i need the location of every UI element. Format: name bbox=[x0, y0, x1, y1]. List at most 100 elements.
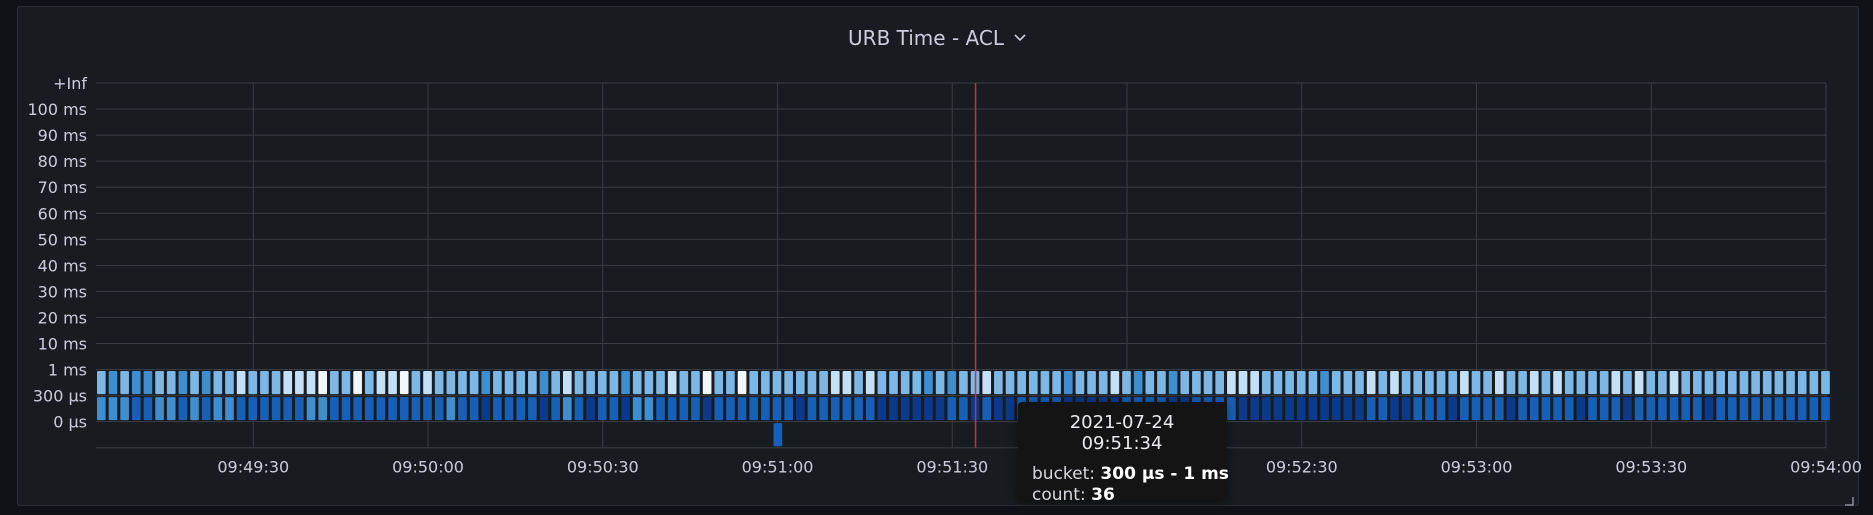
heatmap-cell bbox=[1646, 397, 1656, 421]
heatmap-cell bbox=[399, 371, 409, 395]
heatmap-cell bbox=[120, 397, 129, 421]
heatmap-cell bbox=[143, 371, 153, 395]
heatmap-cell bbox=[842, 371, 852, 395]
heatmap-cell bbox=[131, 397, 141, 421]
heatmap-cell bbox=[97, 371, 106, 395]
heatmap-cell bbox=[656, 371, 665, 395]
heatmap-cell bbox=[1133, 371, 1143, 395]
heatmap-cell bbox=[1506, 397, 1516, 421]
heatmap-cell bbox=[679, 397, 689, 421]
heatmap-cell bbox=[1460, 397, 1469, 421]
heatmap-cell bbox=[1425, 371, 1434, 395]
tooltip-time: 2021-07-24 09:51:34 bbox=[1069, 412, 1175, 454]
heatmap-cell bbox=[819, 397, 828, 421]
heatmap-cell bbox=[621, 371, 630, 395]
heatmap-cell bbox=[411, 371, 421, 395]
heatmap-cell bbox=[1390, 371, 1399, 395]
heatmap-cell bbox=[737, 371, 747, 395]
heatmap-cell bbox=[1762, 371, 1772, 395]
heatmap-cell bbox=[1541, 371, 1551, 395]
heatmap-cell bbox=[726, 371, 735, 395]
heatmap-cell bbox=[1075, 371, 1085, 395]
x-tick-label: 09:53:30 bbox=[1615, 458, 1687, 477]
hover-tooltip: 2021-07-24 09:51:34 bucket: 300 µs - 1 m… bbox=[1018, 402, 1229, 505]
y-tick-label: 60 ms bbox=[38, 204, 87, 223]
heatmap-cell bbox=[1157, 371, 1166, 395]
heatmap-cell bbox=[1028, 371, 1038, 395]
heatmap-cell bbox=[434, 397, 444, 421]
heatmap-cell bbox=[1576, 397, 1586, 421]
heatmap-cell bbox=[1704, 371, 1714, 395]
y-tick-label: 90 ms bbox=[38, 126, 87, 145]
heatmap-cell bbox=[1483, 371, 1492, 395]
heatmap-cell bbox=[1541, 397, 1551, 421]
heatmap-cell bbox=[877, 371, 887, 395]
heatmap-cell bbox=[772, 371, 782, 395]
heatmap-chart[interactable]: 0 µs 300 µs 1 ms 10 ms 20 ms 30 ms 40 ms 50 ms 6… bbox=[0, 0, 1873, 515]
heatmap-cell bbox=[1285, 397, 1294, 421]
heatmap-cell bbox=[1716, 371, 1725, 395]
heatmap-cell bbox=[201, 397, 211, 421]
heatmap-cell bbox=[784, 397, 793, 421]
x-tick-label: 09:50:30 bbox=[567, 458, 639, 477]
heatmap-cell bbox=[178, 397, 188, 421]
heatmap-cell bbox=[1576, 371, 1586, 395]
heatmap-cell bbox=[900, 397, 910, 421]
heatmap-cell bbox=[1599, 397, 1609, 421]
heatmap-cell bbox=[1797, 397, 1807, 421]
heatmap-cell bbox=[1693, 371, 1702, 395]
heatmap-cell bbox=[667, 397, 677, 421]
heatmap-cell bbox=[1110, 371, 1120, 395]
heatmap-cell bbox=[1786, 371, 1795, 395]
x-tick-label: 09:51:30 bbox=[916, 458, 988, 477]
heatmap-cell bbox=[1599, 371, 1609, 395]
heatmap-cell bbox=[1669, 371, 1679, 395]
heatmap-cell bbox=[574, 371, 584, 395]
heatmap-cell bbox=[1588, 397, 1597, 421]
heatmap-cell bbox=[295, 397, 304, 421]
heatmap-cell bbox=[1401, 397, 1411, 421]
heatmap-cell bbox=[772, 397, 782, 421]
heatmap-cell bbox=[1658, 397, 1667, 421]
heatmap-cell bbox=[236, 397, 246, 421]
heatmap-cell bbox=[644, 397, 654, 421]
y-tick-label: 80 ms bbox=[38, 152, 87, 171]
heatmap-cell bbox=[1005, 397, 1015, 421]
heatmap-cell bbox=[1774, 371, 1784, 395]
heatmap-cell bbox=[108, 397, 118, 421]
heatmap-cell bbox=[726, 397, 735, 421]
heatmap-cell bbox=[353, 397, 362, 421]
heatmap-cell bbox=[1122, 371, 1131, 395]
heatmap-cell bbox=[108, 371, 118, 395]
heatmap-cell bbox=[1751, 371, 1760, 395]
heatmap-cell bbox=[551, 397, 560, 421]
heatmap-cell bbox=[1331, 371, 1341, 395]
heatmap-cell bbox=[201, 371, 211, 395]
heatmap-cell bbox=[761, 397, 770, 421]
heatmap-cell bbox=[1564, 371, 1574, 395]
heatmap-cell bbox=[935, 371, 945, 395]
heatmap-cell bbox=[1261, 397, 1271, 421]
heatmap-cell bbox=[865, 397, 875, 421]
heatmap-cell bbox=[621, 397, 630, 421]
heatmap-cell bbox=[609, 371, 619, 395]
heatmap-cell bbox=[1471, 397, 1481, 421]
heatmap-cell bbox=[493, 397, 502, 421]
heatmap-cell bbox=[1646, 371, 1656, 395]
heatmap-cell bbox=[959, 397, 968, 421]
heatmap-cell bbox=[528, 371, 537, 395]
heatmap-cell bbox=[1727, 371, 1737, 395]
heatmap-cell bbox=[1448, 397, 1458, 421]
heatmap-cell bbox=[376, 397, 386, 421]
heatmap-cell bbox=[388, 371, 397, 395]
heatmap-cell bbox=[1296, 397, 1306, 421]
heatmap-cell bbox=[1611, 371, 1621, 395]
heatmap-cell bbox=[807, 371, 817, 395]
heatmap-cell bbox=[1518, 397, 1527, 421]
heatmap-cell bbox=[656, 397, 665, 421]
heatmap-cell bbox=[236, 371, 246, 395]
heatmap-cell bbox=[819, 371, 828, 395]
heatmap-cell bbox=[1704, 397, 1714, 421]
heatmap-cell bbox=[248, 371, 258, 395]
heatmap-cell bbox=[260, 397, 269, 421]
